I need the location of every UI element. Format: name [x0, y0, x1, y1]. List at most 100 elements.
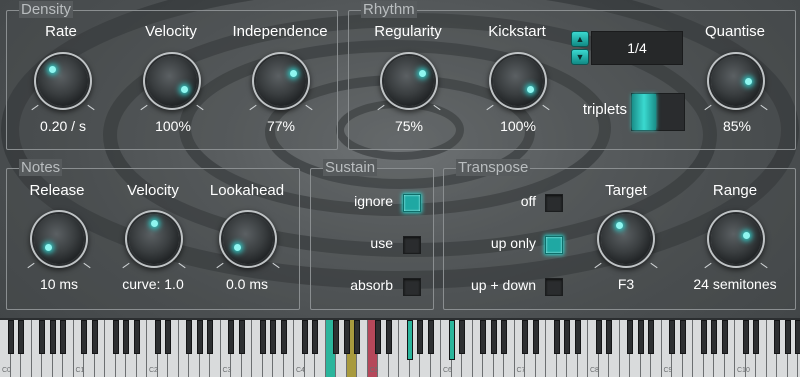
black-key[interactable] — [774, 320, 780, 354]
regularity-knob[interactable] — [377, 56, 441, 111]
target-label: Target — [605, 182, 647, 199]
octave-label: C10 — [737, 367, 750, 374]
black-key[interactable] — [49, 320, 56, 354]
black-key[interactable] — [700, 320, 707, 354]
velocity-knob[interactable] — [140, 56, 204, 111]
black-key[interactable] — [711, 320, 717, 354]
lookahead-knob[interactable] — [216, 214, 280, 269]
black-key[interactable] — [574, 320, 581, 354]
black-key[interactable] — [427, 320, 434, 354]
black-key[interactable] — [312, 320, 318, 354]
black-key[interactable] — [459, 320, 465, 354]
piano-keyboard[interactable]: C0 C1 C2 C3 C4 C5 C6 C7 C8 C9 C10 — [0, 318, 800, 377]
sustain-absorb-checkbox[interactable] — [403, 278, 421, 296]
black-key[interactable] — [490, 320, 497, 354]
black-key[interactable] — [207, 320, 213, 354]
black-key[interactable] — [165, 320, 171, 354]
black-key[interactable] — [627, 320, 633, 354]
black-key[interactable] — [7, 320, 14, 354]
black-key[interactable] — [280, 320, 287, 354]
black-key[interactable] — [186, 320, 192, 354]
black-key[interactable] — [81, 320, 87, 354]
transpose-up-only-label: up only — [490, 235, 536, 251]
black-key[interactable] — [154, 320, 161, 354]
target-knob[interactable] — [594, 214, 658, 269]
black-key[interactable] — [742, 320, 749, 354]
black-key[interactable] — [721, 320, 728, 354]
black-key[interactable] — [753, 320, 759, 354]
black-key[interactable] — [238, 320, 245, 354]
velocity-value: 100% — [155, 118, 191, 134]
velocity-label: Velocity — [145, 23, 197, 40]
quantise-label: Quantise — [704, 23, 766, 40]
lookahead-label: Lookahead — [209, 182, 285, 199]
black-key[interactable] — [133, 320, 140, 354]
black-key[interactable] — [406, 320, 413, 360]
black-key[interactable] — [564, 320, 570, 354]
note-velocity-knob[interactable] — [122, 214, 186, 269]
division-select[interactable]: 1/4 — [591, 31, 683, 65]
division-stepper[interactable]: ▲ ▼ — [571, 31, 589, 67]
black-key[interactable] — [333, 320, 339, 354]
black-key[interactable] — [301, 320, 308, 354]
black-key[interactable] — [480, 320, 486, 354]
transpose-up-only-checkbox[interactable] — [545, 236, 563, 254]
black-key[interactable] — [595, 320, 602, 354]
black-key[interactable] — [532, 320, 539, 354]
sustain-use-label: use — [370, 235, 393, 251]
black-key[interactable] — [270, 320, 276, 354]
release-knob[interactable] — [27, 214, 91, 269]
black-key[interactable] — [112, 320, 119, 354]
black-key[interactable] — [354, 320, 360, 354]
increment-button[interactable]: ▲ — [571, 31, 589, 47]
black-key[interactable] — [375, 320, 381, 354]
black-key[interactable] — [784, 320, 791, 354]
range-knob[interactable] — [704, 214, 768, 269]
release-value: 10 ms — [39, 276, 79, 292]
decrement-button[interactable]: ▼ — [571, 49, 589, 65]
octave-label: C6 — [443, 367, 452, 374]
black-key[interactable] — [417, 320, 423, 354]
knob-indicator — [45, 244, 52, 251]
black-key[interactable] — [637, 320, 644, 354]
knob-indicator — [151, 220, 158, 227]
black-key[interactable] — [553, 320, 560, 354]
black-key[interactable] — [501, 320, 507, 354]
octave-label: C8 — [590, 367, 599, 374]
rate-knob[interactable] — [31, 56, 95, 111]
target-value: F3 — [617, 276, 635, 292]
sustain-ignore-checkbox[interactable] — [403, 194, 421, 212]
black-key[interactable] — [18, 320, 24, 354]
sustain-ignore-label: ignore — [354, 193, 393, 209]
knob-indicator — [527, 86, 534, 93]
black-key[interactable] — [39, 320, 45, 354]
transpose-off-checkbox[interactable] — [545, 194, 563, 212]
black-key[interactable] — [196, 320, 203, 354]
transpose-up-down-checkbox[interactable] — [545, 278, 563, 296]
black-key[interactable] — [669, 320, 675, 354]
black-key[interactable] — [385, 320, 392, 354]
release-label: Release — [29, 182, 85, 199]
black-key[interactable] — [795, 320, 800, 354]
independence-knob[interactable] — [249, 56, 313, 111]
black-key[interactable] — [123, 320, 129, 354]
black-key[interactable] — [522, 320, 528, 354]
black-key[interactable] — [91, 320, 98, 354]
black-key[interactable] — [343, 320, 350, 354]
black-key[interactable] — [606, 320, 612, 354]
black-key[interactable] — [448, 320, 455, 360]
sustain-use-checkbox[interactable] — [403, 236, 421, 254]
rhythm-title: Rhythm — [361, 1, 417, 18]
regularity-label: Regularity — [374, 23, 442, 40]
black-key[interactable] — [259, 320, 266, 354]
kickstart-knob[interactable] — [486, 56, 550, 111]
transpose-title: Transpose — [456, 159, 531, 176]
notes-title: Notes — [19, 159, 63, 176]
black-key[interactable] — [228, 320, 234, 354]
triplets-toggle[interactable] — [631, 93, 685, 131]
black-key[interactable] — [679, 320, 686, 354]
quantise-knob[interactable] — [704, 56, 768, 111]
note-velocity-label: Velocity — [127, 182, 179, 199]
black-key[interactable] — [648, 320, 654, 354]
black-key[interactable] — [60, 320, 66, 354]
